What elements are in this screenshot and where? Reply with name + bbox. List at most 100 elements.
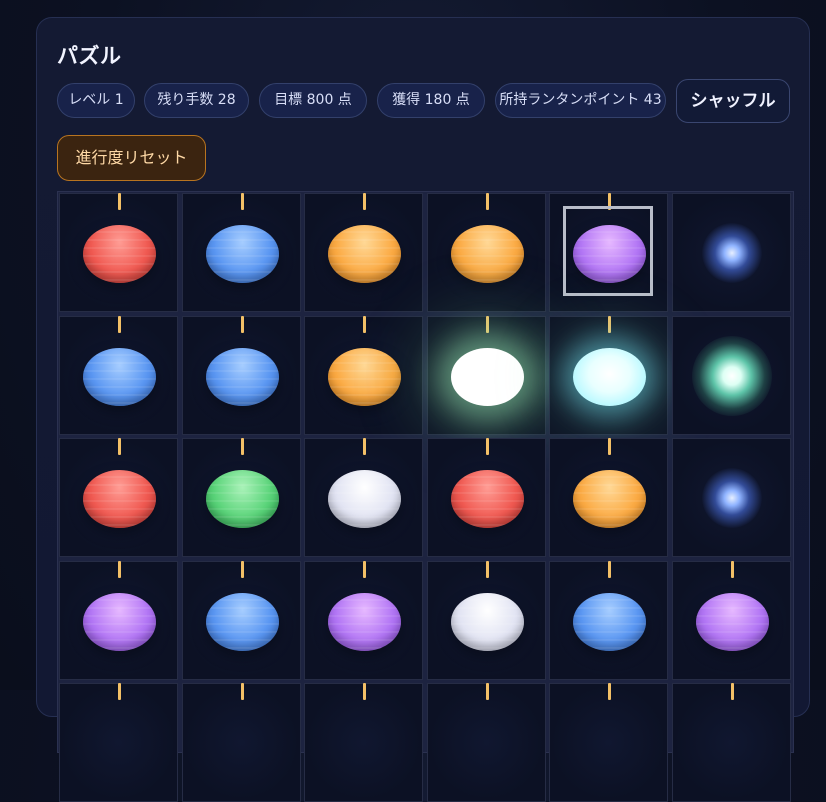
- board-cell[interactable]: [182, 438, 301, 557]
- lantern-string: [241, 561, 244, 578]
- purple-lantern: [696, 593, 769, 651]
- lantern-string: [363, 561, 366, 578]
- board-cell[interactable]: [549, 683, 668, 802]
- green-lantern: [206, 470, 279, 528]
- lantern-string: [241, 683, 244, 700]
- panel-title: パズル: [57, 44, 122, 68]
- orange-lantern: [451, 225, 524, 283]
- lantern-ribs: [573, 470, 646, 528]
- puzzle-board: [57, 191, 794, 802]
- lantern-string: [118, 316, 121, 333]
- board-cell[interactable]: [59, 316, 178, 435]
- lantern-string: [241, 438, 244, 455]
- shuffle-button[interactable]: シャッフル: [676, 79, 790, 123]
- lantern-ribs: [328, 593, 401, 651]
- lantern-string: [608, 193, 611, 210]
- lantern-string: [363, 683, 366, 700]
- board-cell[interactable]: [549, 193, 668, 312]
- lit-cyan-lantern: [573, 348, 646, 406]
- board-cell[interactable]: [182, 561, 301, 680]
- board-cell[interactable]: [304, 438, 423, 557]
- board-cell[interactable]: [59, 193, 178, 312]
- orange-lantern: [573, 470, 646, 528]
- lantern-ribs: [451, 470, 524, 528]
- board-cell[interactable]: [59, 561, 178, 680]
- lantern-string: [486, 316, 489, 333]
- level-chip: レベル 1: [57, 83, 135, 118]
- lantern-string: [363, 193, 366, 210]
- purple-lantern: [83, 593, 156, 651]
- purple-lantern: [328, 593, 401, 651]
- lantern-points-chip: 所持ランタンポイント 43: [495, 83, 666, 118]
- board-cell[interactable]: [59, 438, 178, 557]
- lantern-ribs: [83, 225, 156, 283]
- lantern-string: [118, 438, 121, 455]
- earned-score-chip: 獲得 180 点: [377, 83, 485, 118]
- board-cell[interactable]: [549, 438, 668, 557]
- reset-progress-button[interactable]: 進行度リセット: [57, 135, 206, 181]
- board-cell[interactable]: [549, 316, 668, 435]
- board-cell[interactable]: [427, 438, 546, 557]
- board-cell[interactable]: [304, 193, 423, 312]
- lantern-ribs: [83, 348, 156, 406]
- blue-lantern: [573, 593, 646, 651]
- lantern-ribs: [451, 593, 524, 651]
- lantern-string: [486, 561, 489, 578]
- orange-lantern: [328, 348, 401, 406]
- lantern-string: [486, 438, 489, 455]
- lantern-ribs: [573, 593, 646, 651]
- lantern-ribs: [451, 225, 524, 283]
- board-cell[interactable]: [672, 561, 791, 680]
- blue-light-orb: [702, 468, 762, 528]
- board-cell[interactable]: [427, 561, 546, 680]
- board-cell[interactable]: [182, 683, 301, 802]
- lantern-ribs: [206, 225, 279, 283]
- red-lantern: [83, 225, 156, 283]
- blue-lantern: [83, 348, 156, 406]
- lantern-string: [363, 316, 366, 333]
- lantern-string: [118, 561, 121, 578]
- lantern-ribs: [83, 470, 156, 528]
- red-lantern: [83, 470, 156, 528]
- puzzle-panel: パズル レベル 1 残り手数 28 目標 800 点 獲得 180 点 所持ラン…: [36, 17, 810, 802]
- board-cell[interactable]: [304, 683, 423, 802]
- green-light-orb: [692, 336, 772, 416]
- lantern-string: [608, 683, 611, 700]
- red-lantern: [451, 470, 524, 528]
- lantern-ribs: [328, 225, 401, 283]
- lantern-ribs: [206, 470, 279, 528]
- white-lantern: [451, 593, 524, 651]
- board-cell[interactable]: [549, 561, 668, 680]
- lantern-ribs: [328, 348, 401, 406]
- board-cell[interactable]: [672, 193, 791, 312]
- lantern-ribs: [573, 225, 646, 283]
- blue-lantern: [206, 225, 279, 283]
- lantern-ribs: [206, 348, 279, 406]
- board-cell[interactable]: [182, 193, 301, 312]
- board-cell[interactable]: [304, 561, 423, 680]
- board-cell[interactable]: [182, 316, 301, 435]
- lantern-string: [241, 316, 244, 333]
- board-cell[interactable]: [427, 193, 546, 312]
- board-cell[interactable]: [672, 438, 791, 557]
- lantern-string: [241, 193, 244, 210]
- board-cell[interactable]: [59, 683, 178, 802]
- blue-lantern: [206, 593, 279, 651]
- lantern-string: [731, 683, 734, 700]
- lantern-ribs: [83, 593, 156, 651]
- moves-left-chip: 残り手数 28: [144, 83, 249, 118]
- lantern-ribs: [206, 593, 279, 651]
- board-cell[interactable]: [304, 316, 423, 435]
- board-cell[interactable]: [427, 316, 546, 435]
- board-cell[interactable]: [672, 316, 791, 435]
- target-score-chip: 目標 800 点: [259, 83, 367, 118]
- lantern-ribs: [328, 470, 401, 528]
- orange-lantern: [328, 225, 401, 283]
- lantern-string: [118, 683, 121, 700]
- board-cell[interactable]: [672, 683, 791, 802]
- lantern-string: [118, 193, 121, 210]
- board-cell[interactable]: [427, 683, 546, 802]
- purple-lantern: [573, 225, 646, 283]
- lit-white-lantern: [451, 348, 524, 406]
- lantern-string: [608, 316, 611, 333]
